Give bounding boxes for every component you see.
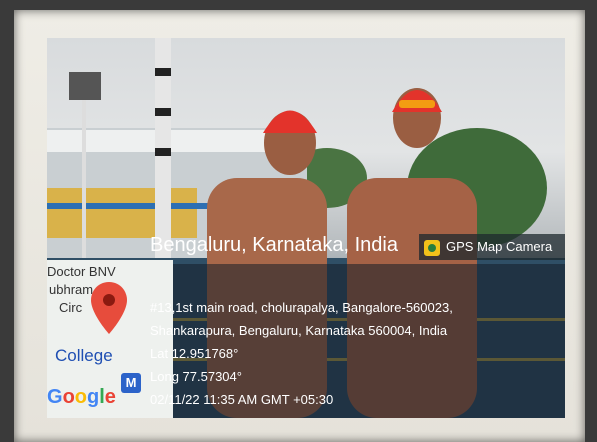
google-letter: o (62, 386, 75, 408)
pole-band (155, 148, 171, 156)
gps-map-camera-label: GPS Map Camera (446, 239, 553, 254)
google-letter: g (87, 386, 100, 408)
floodlight (69, 72, 101, 100)
photo: Doctor BNV ubhram Circ College M Google … (47, 38, 565, 418)
light-pole (82, 83, 86, 263)
map-pin-icon (91, 282, 127, 334)
map-street-label: Doctor BNV (47, 264, 116, 279)
address-line-2: Shankarapura, Bengaluru, Karnataka 56000… (150, 323, 448, 338)
google-letter: o (74, 386, 87, 408)
google-letter: e (104, 386, 116, 408)
gps-map-camera-badge: GPS Map Camera (419, 234, 565, 260)
map-street-label: ubhram (49, 282, 94, 297)
google-logo: Google (47, 386, 116, 409)
pole-band (155, 108, 171, 116)
latitude: Lat 12.951768° (150, 346, 239, 361)
longitude: Long 77.57304° (150, 369, 242, 384)
pole-band (155, 68, 171, 76)
google-letter: G (47, 386, 63, 408)
map-college-label: College (55, 346, 113, 365)
location-title: Bengaluru, Karnataka, India (150, 234, 398, 256)
map-street-label: Circ (59, 300, 83, 315)
gps-map-camera-icon (424, 239, 440, 256)
address-line-1: #13,1st main road, cholurapalya, Bangalo… (150, 300, 453, 315)
metro-icon: M (121, 373, 141, 393)
stadium-wall (47, 188, 197, 238)
timestamp: 02/11/22 11:35 AM GMT +05:30 (150, 392, 334, 407)
